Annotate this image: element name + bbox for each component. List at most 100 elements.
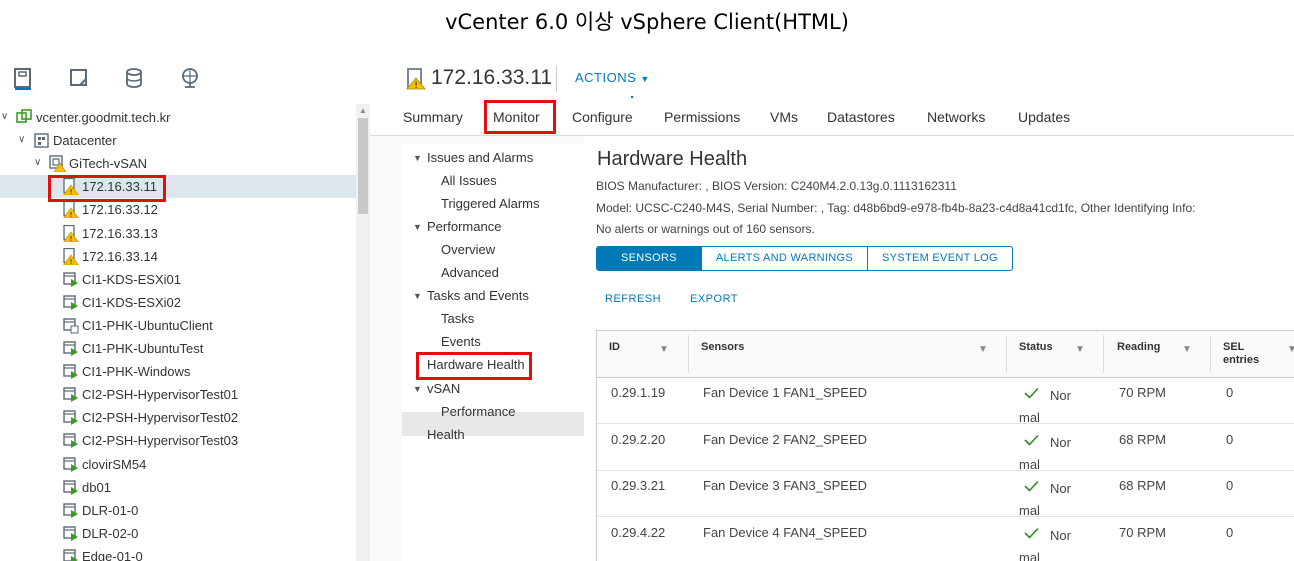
cell-sensor: Fan Device 4 FAN4_SPEED bbox=[703, 524, 868, 540]
subnav-item-overview[interactable]: Overview bbox=[441, 242, 495, 257]
filter-icon[interactable]: ▼ bbox=[978, 344, 988, 355]
tree-node[interactable]: CI2-PSH-HypervisorTest01 bbox=[0, 383, 356, 406]
scroll-thumb[interactable] bbox=[358, 118, 368, 214]
table-row[interactable]: 0.29.4.22 Fan Device 4 FAN4_SPEED Normal 70… bbox=[597, 518, 1294, 561]
tree-node[interactable]: ! 172.16.33.13 bbox=[0, 222, 356, 245]
tab-datastores[interactable]: Datastores bbox=[827, 109, 895, 125]
filter-icon[interactable]: ▼ bbox=[1075, 344, 1085, 355]
tree-node[interactable]: Edge-01-0 bbox=[0, 545, 356, 561]
tree-node-label: 172.16.33.12 bbox=[82, 202, 158, 218]
column-header-status[interactable]: Status bbox=[1019, 341, 1053, 354]
svg-text:!: ! bbox=[70, 235, 73, 242]
caret-down-icon: ▼ bbox=[413, 153, 422, 163]
column-divider[interactable] bbox=[1210, 335, 1211, 373]
vm-on-icon bbox=[62, 548, 79, 561]
column-header-sel-entries[interactable]: SEL entries bbox=[1223, 341, 1263, 367]
sensor-summary: No alerts or warnings out of 160 sensors… bbox=[596, 222, 815, 236]
cell-reading: 68 RPM bbox=[1119, 431, 1166, 447]
hosts-clusters-icon[interactable] bbox=[11, 66, 35, 90]
section-title: Hardware Health bbox=[597, 148, 748, 170]
tree-node[interactable]: CI1-KDS-ESXi02 bbox=[0, 291, 356, 314]
hardware-health-panel: Hardware Health BIOS Manufacturer: , BIO… bbox=[584, 136, 1294, 561]
column-header-id[interactable]: ID bbox=[609, 341, 620, 354]
sensors-button[interactable]: SENSORS bbox=[597, 247, 702, 270]
cell-sensor: Fan Device 1 FAN1_SPEED bbox=[703, 385, 868, 400]
vm-on-icon bbox=[62, 363, 79, 380]
column-divider[interactable] bbox=[1006, 335, 1007, 373]
subnav-item-all-issues[interactable]: All Issues bbox=[441, 173, 497, 188]
tree-node-label: 172.16.33.14 bbox=[82, 248, 158, 264]
subnav-group-issues[interactable]: ▼ Issues and Alarms bbox=[413, 150, 533, 165]
column-header-sensors[interactable]: Sensors bbox=[701, 341, 744, 354]
vm-on-icon bbox=[62, 502, 79, 519]
tree-node[interactable]: DLR-02-0 bbox=[0, 522, 356, 545]
subnav-item-events[interactable]: Events bbox=[441, 334, 481, 349]
subnav-group-label: Performance bbox=[427, 219, 502, 234]
tree-node[interactable]: clovirSM54 bbox=[0, 453, 356, 476]
actions-menu-button[interactable]: ACTIONS ▼ bbox=[575, 70, 650, 85]
tree-node[interactable]: db01 bbox=[0, 476, 356, 499]
tree-node[interactable]: ! 172.16.33.14 bbox=[0, 245, 356, 268]
tab-configure[interactable]: Configure bbox=[572, 109, 633, 125]
subnav-group-label: vSAN bbox=[427, 381, 461, 396]
tree-node-label: CI2-PSH-HypervisorTest01 bbox=[82, 387, 239, 403]
vm-on-icon bbox=[62, 479, 79, 496]
subnav-item-vsan-performance[interactable]: Performance bbox=[441, 404, 515, 419]
tree-node[interactable]: CI1-PHK-UbuntuTest bbox=[0, 337, 356, 360]
column-divider[interactable] bbox=[1103, 335, 1104, 373]
table-row[interactable]: 0.29.2.20 Fan Device 2 FAN2_SPEED Normal 68… bbox=[597, 425, 1294, 472]
subnav-group-vsan[interactable]: ▼ vSAN bbox=[413, 381, 461, 396]
subnav-item-tasks[interactable]: Tasks bbox=[441, 311, 474, 326]
refresh-button[interactable]: REFRESH bbox=[605, 293, 661, 305]
alerts-warnings-button[interactable]: ALERTS AND WARNINGS bbox=[702, 247, 869, 270]
tab-summary[interactable]: Summary bbox=[403, 109, 463, 125]
cell-sel-entries: 0 bbox=[1226, 385, 1234, 400]
navigator-icon-bar bbox=[0, 60, 370, 100]
tab-permissions[interactable]: Permissions bbox=[664, 109, 740, 125]
svg-text:!: ! bbox=[70, 258, 73, 265]
tab-vms[interactable]: VMs bbox=[770, 109, 798, 125]
tree-scrollbar[interactable]: ▲ bbox=[356, 104, 370, 561]
vms-templates-icon[interactable] bbox=[67, 66, 91, 90]
table-row[interactable]: 0.29.1.19 Fan Device 1 FAN1_SPEED Normal 70… bbox=[597, 378, 1294, 425]
tab-networks[interactable]: Networks bbox=[927, 109, 985, 125]
tree-node[interactable]: CI1-PHK-UbuntuClient bbox=[0, 314, 356, 337]
tree-node-label: vcenter.goodmit.tech.kr bbox=[36, 110, 171, 125]
column-divider[interactable] bbox=[688, 335, 689, 373]
host-warning-icon: ! bbox=[62, 224, 80, 243]
cell-status: Normal bbox=[1019, 388, 1071, 425]
vcenter-icon bbox=[16, 109, 33, 126]
subnav-group-performance[interactable]: ▼ Performance bbox=[413, 219, 502, 234]
subnav-item-health[interactable]: Health bbox=[427, 427, 465, 442]
column-header-reading[interactable]: Reading bbox=[1117, 341, 1160, 354]
table-row[interactable]: 0.29.3.21 Fan Device 3 FAN3_SPEED Normal 68… bbox=[597, 471, 1294, 518]
expand-caret-icon[interactable]: ∨ bbox=[1, 111, 8, 122]
tab-updates[interactable]: Updates bbox=[1018, 109, 1070, 125]
cell-sel-entries: 0 bbox=[1226, 431, 1234, 447]
filter-icon[interactable]: ▼ bbox=[1182, 344, 1192, 355]
networking-icon[interactable] bbox=[178, 66, 202, 90]
screenshot-caption: vCenter 6.0 이상 vSphere Client(HTML) bbox=[445, 10, 849, 34]
tree-node-label: CI2-PSH-HypervisorTest02 bbox=[82, 410, 239, 426]
tree-node[interactable]: ∨ Datacenter bbox=[0, 129, 356, 152]
tree-node[interactable]: ∨ vcenter.goodmit.tech.kr bbox=[0, 106, 356, 129]
subnav-item-triggered-alarms[interactable]: Triggered Alarms bbox=[441, 196, 540, 211]
subnav-item-advanced[interactable]: Advanced bbox=[441, 265, 499, 280]
expand-caret-icon[interactable]: ∨ bbox=[18, 134, 25, 145]
tree-node-label: db01 bbox=[82, 479, 111, 495]
filter-icon[interactable]: ▼ bbox=[659, 344, 669, 355]
tree-node[interactable]: ∨ GiTech-vSAN bbox=[0, 152, 356, 175]
storage-icon[interactable] bbox=[122, 66, 146, 90]
scroll-up-arrow-icon[interactable]: ▲ bbox=[359, 106, 367, 115]
tree-node[interactable]: CI1-PHK-Windows bbox=[0, 360, 356, 383]
tree-node[interactable]: CI2-PSH-HypervisorTest03 bbox=[0, 429, 356, 452]
filter-icon[interactable]: ▼ bbox=[1287, 344, 1294, 355]
expand-caret-icon[interactable]: ∨ bbox=[34, 157, 41, 168]
tree-node[interactable]: CI2-PSH-HypervisorTest02 bbox=[0, 406, 356, 429]
subnav-group-tasks-events[interactable]: ▼ Tasks and Events bbox=[413, 288, 529, 303]
system-event-log-button[interactable]: SYSTEM EVENT LOG bbox=[868, 247, 1012, 270]
tree-node[interactable]: CI1-KDS-ESXi01 bbox=[0, 268, 356, 291]
tree-node[interactable]: DLR-01-0 bbox=[0, 499, 356, 522]
export-button[interactable]: EXPORT bbox=[690, 293, 738, 305]
tree-node-label: Datacenter bbox=[53, 133, 117, 149]
